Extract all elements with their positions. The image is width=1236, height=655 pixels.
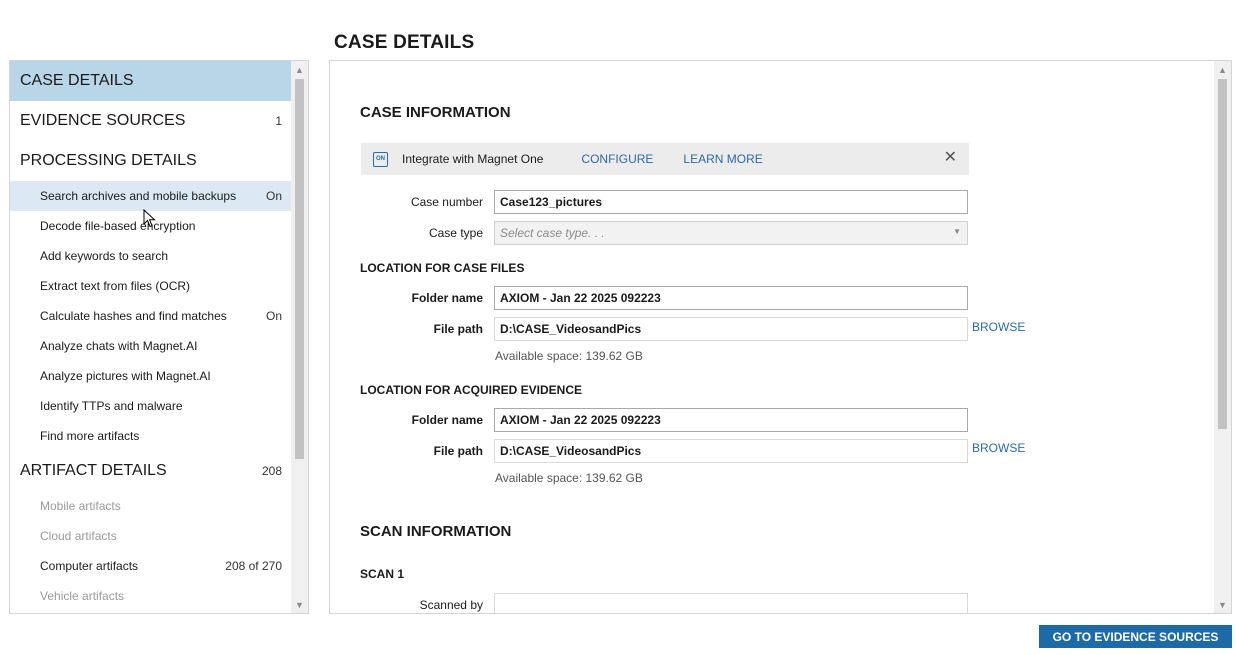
case-files-path-input[interactable]: D:\CASE_VideosandPics <box>494 317 968 341</box>
nav-item-search-archives[interactable]: Search archives and mobile backups On <box>10 181 292 211</box>
scan-information-heading: SCAN INFORMATION <box>360 523 512 540</box>
nav-item-add-keywords[interactable]: Add keywords to search <box>10 241 292 271</box>
nav-item-label: Extract text from files (OCR) <box>40 279 191 293</box>
nav-item-analyze-chats[interactable]: Analyze chats with Magnet.AI <box>10 331 292 361</box>
acquired-path-input[interactable]: D:\CASE_VideosandPics <box>494 439 968 463</box>
configure-link[interactable]: CONFIGURE <box>581 152 653 166</box>
nav-section-label: PROCESSING DETAILS <box>20 152 197 169</box>
magnet-one-banner: ON Integrate with Magnet One CONFIGURE L… <box>361 143 969 175</box>
case-type-label: Case type <box>428 226 483 240</box>
nav-artifact-details[interactable]: ARTIFACT DETAILS 208 <box>10 451 292 491</box>
nav-item-identify-ttps[interactable]: Identify TTPs and malware <box>10 391 292 421</box>
nav-item-calculate-hashes[interactable]: Calculate hashes and find matches On <box>10 301 292 331</box>
acquired-folder-label: Folder name <box>411 413 483 427</box>
case-files-path-label: File path <box>433 322 483 336</box>
acquired-browse-button[interactable]: BROWSE <box>972 441 1025 455</box>
page-title: CASE DETAILS <box>334 32 475 53</box>
nav-case-details[interactable]: CASE DETAILS <box>10 61 292 101</box>
nav-section-label: EVIDENCE SOURCES <box>20 112 186 129</box>
nav-scrollbar-thumb[interactable] <box>295 79 304 459</box>
close-icon[interactable]: ✕ <box>944 150 957 166</box>
case-files-heading: LOCATION FOR CASE FILES <box>360 261 525 275</box>
learn-more-link[interactable]: LEARN MORE <box>683 152 762 166</box>
scroll-down-arrow-icon[interactable]: ▼ <box>291 596 308 613</box>
nav-item-status: On <box>265 309 282 323</box>
case-files-folder-label: Folder name <box>411 291 483 305</box>
magnet-one-logo-icon: ON <box>373 151 388 167</box>
case-details-panel: CASE INFORMATION ON Integrate with Magne… <box>329 60 1232 614</box>
case-files-available-space: Available space: 139.62 GB <box>495 349 643 363</box>
case-files-browse-button[interactable]: BROWSE <box>972 320 1025 334</box>
nav-scrollbar[interactable]: ▲ ▼ <box>291 61 308 613</box>
scroll-down-arrow-icon[interactable]: ▼ <box>1214 596 1231 613</box>
acquired-path-label: File path <box>433 444 483 458</box>
wizard-nav-list: CASE DETAILS EVIDENCE SOURCES 1 PROCESSI… <box>10 61 292 613</box>
nav-item-label: Mobile artifacts <box>40 499 121 513</box>
acquired-evidence-heading: LOCATION FOR ACQUIRED EVIDENCE <box>360 383 583 397</box>
acquired-folder-input[interactable]: AXIOM - Jan 22 2025 092223 <box>494 408 968 432</box>
nav-processing-details[interactable]: PROCESSING DETAILS <box>10 141 292 181</box>
case-number-input[interactable]: Case123_pictures <box>494 190 968 214</box>
main-scrollbar[interactable]: ▲ ▼ <box>1214 61 1231 613</box>
nav-item-extract-text-ocr[interactable]: Extract text from files (OCR) <box>10 271 292 301</box>
scroll-up-arrow-icon[interactable]: ▲ <box>291 61 308 78</box>
nav-item-computer-artifacts[interactable]: Computer artifacts 208 of 270 <box>10 551 292 581</box>
nav-item-vehicle-artifacts[interactable]: Vehicle artifacts <box>10 581 292 611</box>
nav-item-label: Cloud artifacts <box>40 529 117 543</box>
nav-item-label: Computer artifacts <box>40 559 139 573</box>
nav-item-label: Search archives and mobile backups <box>40 189 237 203</box>
nav-item-analyze-pictures[interactable]: Analyze pictures with Magnet.AI <box>10 361 292 391</box>
scan-1-heading: SCAN 1 <box>360 567 405 581</box>
case-type-select[interactable]: Select case type. . . ▼ <box>494 221 968 245</box>
nav-section-count: 1 <box>275 114 282 128</box>
nav-section-label: CASE DETAILS <box>20 72 134 89</box>
scanned-by-input[interactable] <box>494 593 968 613</box>
nav-item-label: Calculate hashes and find matches <box>40 309 227 323</box>
nav-item-label: Vehicle artifacts <box>40 589 125 603</box>
nav-evidence-sources[interactable]: EVIDENCE SOURCES 1 <box>10 101 292 141</box>
nav-item-status: On <box>265 189 282 203</box>
nav-section-count: 208 <box>261 464 282 478</box>
scroll-up-arrow-icon[interactable]: ▲ <box>1214 61 1231 78</box>
nav-item-label: Identify TTPs and malware <box>40 399 183 413</box>
scanned-by-label: Scanned by <box>419 598 483 612</box>
nav-section-label: ARTIFACT DETAILS <box>20 462 167 479</box>
nav-item-label: Decode file-based encryption <box>40 219 196 233</box>
case-files-folder-input[interactable]: AXIOM - Jan 22 2025 092223 <box>494 286 968 310</box>
nav-item-label: Analyze pictures with Magnet.AI <box>40 369 211 383</box>
nav-item-label: Analyze chats with Magnet.AI <box>40 339 198 353</box>
case-type-placeholder: Select case type. . . <box>500 226 605 240</box>
nav-item-mobile-artifacts[interactable]: Mobile artifacts <box>10 491 292 521</box>
nav-item-label: Find more artifacts <box>40 429 140 443</box>
go-to-evidence-sources-button[interactable]: GO TO EVIDENCE SOURCES <box>1039 625 1232 648</box>
main-scrollbar-thumb[interactable] <box>1218 79 1227 429</box>
nav-item-count: 208 of 270 <box>225 559 282 573</box>
nav-item-find-more-artifacts[interactable]: Find more artifacts <box>10 421 292 451</box>
mouse-pointer-icon <box>143 209 156 228</box>
case-number-label: Case number <box>410 195 483 209</box>
chevron-down-icon: ▼ <box>953 227 961 236</box>
acquired-available-space: Available space: 139.62 GB <box>495 471 643 485</box>
nav-item-cloud-artifacts[interactable]: Cloud artifacts <box>10 521 292 551</box>
case-information-heading: CASE INFORMATION <box>360 104 511 121</box>
wizard-nav-panel: CASE DETAILS EVIDENCE SOURCES 1 PROCESSI… <box>9 60 309 614</box>
nav-item-label: Add keywords to search <box>40 249 169 263</box>
banner-text: Integrate with Magnet One <box>402 152 544 166</box>
